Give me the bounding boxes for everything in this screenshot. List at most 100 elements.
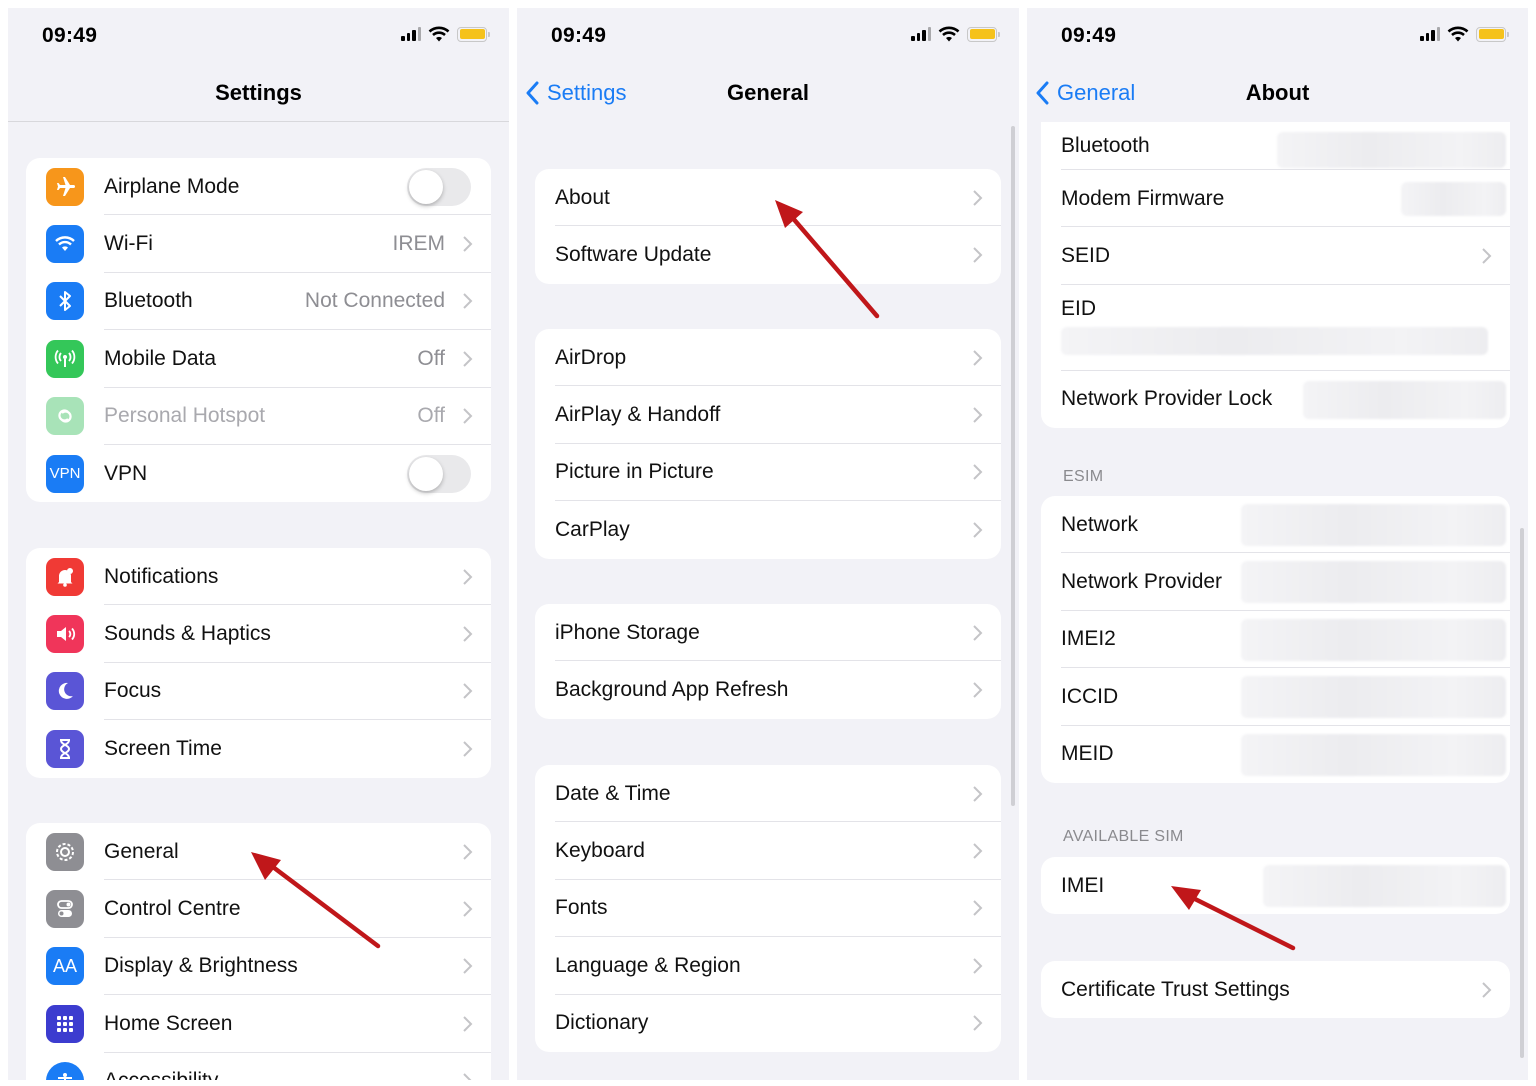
- settings-screen: 09:49 Settings Airplane Mode Wi-Fi IREM …: [8, 8, 509, 1080]
- general-row[interactable]: General: [26, 823, 491, 881]
- carplay-row[interactable]: CarPlay: [535, 501, 1001, 558]
- about-row[interactable]: About: [535, 169, 1001, 227]
- bluetooth-address-row[interactable]: Bluetooth: [1041, 122, 1510, 170]
- bell-icon: [46, 557, 84, 596]
- redacted-value: [1401, 182, 1506, 216]
- software-update-row[interactable]: Software Update: [535, 226, 1001, 283]
- redacted-value: [1263, 865, 1506, 907]
- cellular-signal-icon: [401, 27, 421, 41]
- about-screen: 09:49 General About Bluetooth Modem Firm…: [1027, 8, 1528, 1080]
- status-time: 09:49: [1061, 24, 1117, 47]
- row-label: Wi-Fi: [104, 232, 153, 256]
- focus-row[interactable]: Focus: [26, 663, 491, 721]
- airplay-handoff-row[interactable]: AirPlay & Handoff: [535, 386, 1001, 444]
- network-provider-row[interactable]: Network Provider: [1041, 553, 1510, 611]
- home-screen-row[interactable]: Home Screen: [26, 995, 491, 1053]
- row-label: Accessibility: [104, 1069, 218, 1080]
- modem-firmware-row[interactable]: Modem Firmware: [1041, 170, 1510, 228]
- chevron-right-icon: [973, 349, 983, 366]
- row-label: ICCID: [1061, 684, 1119, 708]
- row-label: Personal Hotspot: [104, 404, 266, 428]
- vpn-toggle[interactable]: [407, 454, 471, 493]
- chevron-right-icon: [973, 624, 983, 641]
- date-time-row[interactable]: Date & Time: [535, 765, 1001, 823]
- chevron-right-icon: [973, 247, 983, 263]
- meid-row[interactable]: MEID: [1041, 726, 1510, 783]
- battery-icon: [967, 26, 1000, 42]
- chevron-right-icon: [1482, 981, 1492, 998]
- mobile-data-row[interactable]: Mobile Data Off: [26, 330, 491, 388]
- network-provider-lock-row[interactable]: Network Provider Lock: [1041, 371, 1510, 428]
- row-label: MEID: [1061, 742, 1114, 766]
- row-label: Dictionary: [555, 1011, 649, 1035]
- iphone-storage-row[interactable]: iPhone Storage: [535, 604, 1001, 662]
- speaker-icon: [46, 615, 84, 654]
- language-region-row[interactable]: Language & Region: [535, 937, 1001, 995]
- accessibility-icon: [46, 1062, 84, 1080]
- wifi-row[interactable]: Wi-Fi IREM: [26, 215, 491, 273]
- device-info-group: Bluetooth Modem Firmware SEID EID Networ…: [1041, 122, 1510, 429]
- row-label: Certificate Trust Settings: [1061, 977, 1290, 1001]
- bluetooth-status-value: Not Connected: [304, 289, 445, 313]
- imei-row[interactable]: IMEI: [1041, 857, 1510, 914]
- notifications-row[interactable]: Notifications: [26, 548, 491, 606]
- row-label: Date & Time: [555, 781, 671, 805]
- keyboard-row[interactable]: Keyboard: [535, 822, 1001, 880]
- chevron-right-icon: [1482, 248, 1492, 264]
- general-screen: 09:49 Settings General About Software Up…: [517, 8, 1019, 1080]
- bluetooth-row[interactable]: Bluetooth Not Connected: [26, 273, 491, 331]
- row-label: EID: [1061, 296, 1097, 320]
- chevron-right-icon: [973, 522, 983, 538]
- accessibility-row[interactable]: Accessibility: [26, 1053, 491, 1080]
- general-group: General Control Centre AA Display & Brig…: [26, 823, 491, 1080]
- row-label: Bluetooth: [1061, 134, 1150, 157]
- cellular-signal-icon: [1420, 27, 1440, 41]
- chevron-right-icon: [973, 785, 983, 802]
- row-label: Language & Region: [555, 953, 741, 977]
- certificate-trust-settings-row[interactable]: Certificate Trust Settings: [1041, 961, 1510, 1018]
- row-label: Keyboard: [555, 839, 645, 863]
- chevron-right-icon: [463, 1073, 472, 1080]
- row-label: Focus: [104, 679, 162, 703]
- gear-icon: [46, 832, 84, 871]
- battery-icon: [457, 26, 490, 42]
- row-label: Control Centre: [104, 897, 241, 921]
- personal-hotspot-row[interactable]: Personal Hotspot Off: [26, 388, 491, 445]
- eid-row[interactable]: EID: [1041, 285, 1510, 371]
- row-label: Software Update: [555, 243, 712, 267]
- iccid-row[interactable]: ICCID: [1041, 668, 1510, 726]
- row-label: CarPlay: [555, 517, 630, 541]
- hotspot-icon: [46, 397, 84, 436]
- scrollbar[interactable]: [1520, 528, 1524, 1058]
- chevron-right-icon: [463, 568, 473, 585]
- wifi-status-icon: [938, 26, 960, 42]
- background-app-refresh-row[interactable]: Background App Refresh: [535, 661, 1001, 718]
- row-label: Network: [1061, 512, 1139, 536]
- redacted-value: [1303, 380, 1506, 419]
- chevron-right-icon: [463, 1016, 473, 1032]
- airplane-mode-toggle[interactable]: [407, 167, 471, 206]
- fonts-row[interactable]: Fonts: [535, 880, 1001, 938]
- redacted-value: [1241, 561, 1506, 604]
- dictionary-row[interactable]: Dictionary: [535, 995, 1001, 1052]
- airplane-mode-row[interactable]: Airplane Mode: [26, 158, 491, 216]
- picture-in-picture-row[interactable]: Picture in Picture: [535, 444, 1001, 502]
- seid-row[interactable]: SEID: [1041, 227, 1510, 285]
- scrollbar[interactable]: [1011, 126, 1015, 806]
- row-label: Background App Refresh: [555, 678, 789, 702]
- network-row[interactable]: Network: [1041, 496, 1510, 554]
- chevron-right-icon: [463, 901, 473, 917]
- control-centre-row[interactable]: Control Centre: [26, 880, 491, 938]
- available-sim-group: IMEI: [1041, 857, 1510, 915]
- sounds-haptics-row[interactable]: Sounds & Haptics: [26, 605, 491, 663]
- wifi-icon: [46, 225, 84, 264]
- vpn-row[interactable]: VPN VPN: [26, 445, 491, 502]
- imei2-row[interactable]: IMEI2: [1041, 611, 1510, 669]
- row-label: SEID: [1061, 244, 1111, 268]
- display-brightness-row[interactable]: AA Display & Brightness: [26, 938, 491, 996]
- grid-icon: [46, 1004, 84, 1043]
- airdrop-row[interactable]: AirDrop: [535, 329, 1001, 387]
- moon-icon: [46, 672, 84, 711]
- screen-time-row[interactable]: Screen Time: [26, 720, 491, 777]
- certificate-group: Certificate Trust Settings: [1041, 961, 1510, 1019]
